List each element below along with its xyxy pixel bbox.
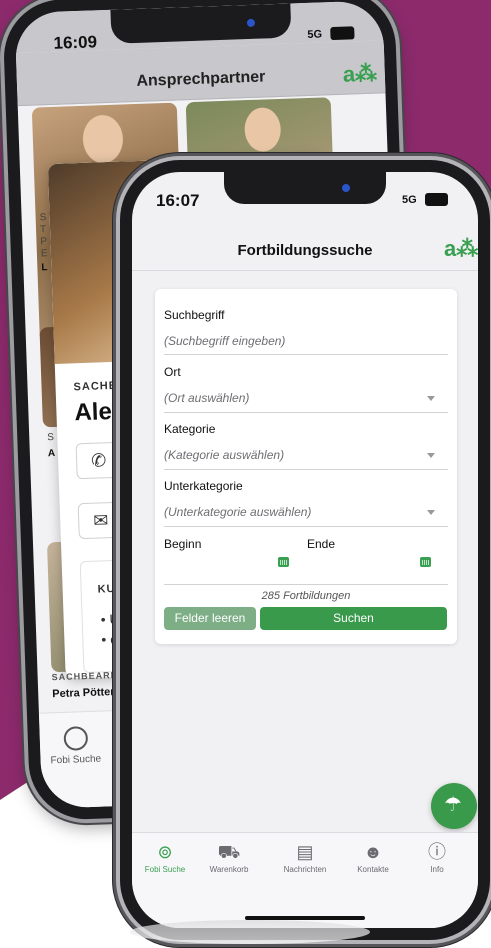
tab-warenkorb[interactable]: ⛟ Warenkorb	[196, 841, 262, 874]
tab-fobi-suche[interactable]: ⊚ Fobi Suche	[132, 841, 198, 874]
contact-role-footer: SACHBEARB	[51, 669, 119, 683]
back-tab-fobi-suche[interactable]: Fobi Suche	[50, 754, 101, 767]
kategorie-label: Kategorie	[164, 422, 216, 436]
side-letter: S	[47, 432, 55, 444]
tab-kontakte[interactable]: ☻ Kontakte	[340, 841, 406, 874]
contact-name-footer[interactable]: Petra Pötter	[52, 686, 115, 700]
phone-icon: ✆	[90, 450, 107, 471]
back-logo: a⁂	[342, 60, 378, 87]
tab-label: Nachrichten	[283, 865, 327, 874]
side-letter: T	[39, 224, 47, 236]
tab-label: Warenkorb	[209, 865, 249, 874]
beginn-label: Beginn	[164, 537, 202, 551]
header-divider	[132, 270, 478, 271]
mail-icon: ✉	[92, 510, 109, 531]
tab-label: Kontakte	[357, 865, 389, 874]
course-item: • U	[100, 610, 120, 628]
divider	[164, 526, 448, 527]
suchbegriff-label: Suchbegriff	[164, 308, 225, 322]
umbrella-button[interactable]: ☂	[431, 783, 477, 829]
side-letter: E	[40, 248, 48, 260]
suchbegriff-input[interactable]: (Suchbegriff eingeben)	[164, 334, 285, 348]
side-letter: A	[47, 448, 56, 460]
cart-icon: ⛟	[217, 842, 241, 862]
status-time: 16:07	[156, 191, 200, 210]
divider	[164, 354, 448, 355]
calendar-icon[interactable]	[420, 557, 431, 567]
chevron-down-icon[interactable]	[427, 396, 435, 401]
phone-screen: 16:07 5G Fortbildungssuche a⁂ Suchbegrif…	[132, 172, 478, 928]
unterkategorie-select[interactable]: (Unterkategorie auswählen)	[164, 505, 311, 519]
tab-label: Info	[430, 865, 444, 874]
search-icon[interactable]	[63, 726, 89, 751]
contacts-icon: ☻	[363, 842, 383, 862]
info-icon: ⓘ	[428, 842, 446, 862]
camera-icon	[342, 184, 350, 192]
tab-nachrichten[interactable]: ▤ Nachrichten	[272, 841, 338, 874]
chevron-down-icon[interactable]	[427, 510, 435, 515]
front-phone: 16:07 5G Fortbildungssuche a⁂ Suchbegrif…	[118, 158, 491, 948]
page-title: Fortbildungssuche	[237, 242, 373, 259]
back-network-label: 5G	[307, 28, 323, 41]
search-form: Suchbegriff (Suchbegriff eingeben) Ort (…	[155, 289, 457, 644]
tab-info[interactable]: ⓘ Info	[404, 841, 470, 874]
chevron-down-icon[interactable]	[427, 453, 435, 458]
unterkategorie-label: Unterkategorie	[164, 479, 243, 493]
side-letter: L	[41, 262, 48, 274]
divider	[164, 412, 448, 413]
ende-label: Ende	[307, 537, 336, 551]
notch	[224, 172, 386, 204]
tab-bar: ⊚ Fobi Suche ⛟ Warenkorb ▤ Nachrichten ☻…	[132, 832, 478, 928]
clear-fields-button[interactable]: Felder leeren	[164, 607, 256, 630]
back-notch	[110, 3, 292, 44]
search-button[interactable]: Suchen	[260, 607, 447, 630]
divider	[164, 469, 448, 470]
tab-label: Fobi Suche	[144, 865, 186, 874]
battery-icon	[425, 193, 448, 206]
back-battery-icon	[330, 26, 355, 41]
floor-reflection	[130, 920, 370, 944]
side-letter: S	[39, 212, 47, 224]
result-count: 285 Fortbildungen	[261, 590, 351, 602]
kategorie-select[interactable]: (Kategorie auswählen)	[164, 448, 284, 462]
network-label: 5G	[402, 194, 417, 206]
logo[interactable]: a⁂	[444, 236, 478, 262]
ort-select[interactable]: (Ort auswählen)	[164, 391, 249, 405]
news-icon: ▤	[296, 842, 314, 862]
search-icon: ⊚	[157, 842, 173, 862]
calendar-icon[interactable]	[278, 557, 289, 567]
divider	[164, 584, 448, 585]
umbrella-icon: ☂	[444, 794, 462, 816]
ort-label: Ort	[164, 365, 181, 379]
course-item: • e	[101, 630, 119, 648]
side-letter: P	[40, 236, 48, 248]
